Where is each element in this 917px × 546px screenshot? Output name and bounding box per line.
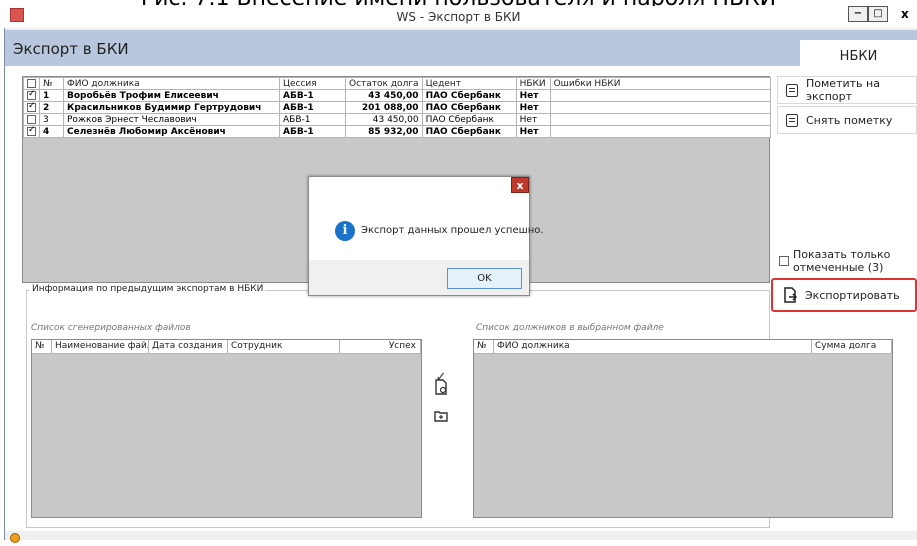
window-title: WS - Экспорт в БКИ <box>396 10 521 24</box>
export-history-title: Информация по предыдущим экспортам в НБК… <box>30 284 266 294</box>
table-cell <box>549 113 772 126</box>
table-cell: 3 <box>39 113 64 126</box>
table-cell <box>549 101 772 114</box>
status-icon <box>10 533 20 543</box>
table-row[interactable]: 3 Рожков Эрнест Чеславович АБВ-1 43 450,00 П… <box>23 113 772 126</box>
export-file-icon <box>784 287 797 303</box>
unmark-button[interactable]: Снять пометку <box>777 106 917 134</box>
table-header-row: № ФИО должника Цессия Остаток долга Цеде… <box>23 77 772 90</box>
row-checkbox[interactable] <box>27 114 36 124</box>
maximize-button[interactable]: □ <box>868 6 888 22</box>
dialog-message: Экспорт данных прошел успешно. <box>361 225 544 236</box>
table-cell: 1 <box>39 89 64 102</box>
mark-for-export-button[interactable]: Пометить на экспорт <box>777 76 917 104</box>
open-folder-icon[interactable] <box>434 409 448 423</box>
col-header[interactable]: ФИО должника <box>63 77 280 90</box>
show-marked-only-checkbox[interactable]: Показать только отмеченные (3) <box>779 248 914 274</box>
table-cell: 4 <box>39 125 64 138</box>
table-cell: 85 932,00 <box>345 125 423 138</box>
table-row[interactable]: 2Красильников Будимир ГертрудовичАБВ-120… <box>23 101 772 114</box>
table-cell: 43 450,00 <box>345 113 423 126</box>
col-header[interactable]: Цедент <box>421 77 517 90</box>
col-header[interactable]: № <box>32 340 52 354</box>
show-marked-label: Показать только отмеченные (3) <box>793 248 891 274</box>
table-cell: ПАО Сбербанк <box>421 101 517 114</box>
table-cell: Нет <box>515 113 551 126</box>
col-header[interactable]: № <box>39 77 64 90</box>
page-title: Экспорт в БКИ <box>13 40 129 58</box>
table-row[interactable]: 4Селезнёв Любомир АксёновичАБВ-185 932,0… <box>23 125 772 138</box>
row-select-cell <box>23 125 40 138</box>
files-grid[interactable]: № Наименование файла Дата создания Сотру… <box>31 339 422 518</box>
dialog-close-button[interactable]: x <box>511 177 529 193</box>
ok-button[interactable]: OK <box>447 268 522 289</box>
minimize-button[interactable]: − <box>848 6 868 22</box>
table-cell: 201 088,00 <box>345 101 423 114</box>
table-cell: 2 <box>39 101 64 114</box>
table-cell: АБВ-1 <box>279 125 346 138</box>
unmark-list-icon <box>786 113 798 127</box>
select-all-header[interactable] <box>23 77 40 90</box>
debtors-table: № ФИО должника Цессия Остаток долга Цеде… <box>23 77 772 138</box>
table-cell: АБВ-1 <box>279 101 346 114</box>
mark-for-export-label: Пометить на экспорт <box>806 77 880 103</box>
row-select-cell <box>23 89 40 102</box>
tab-nbki[interactable]: НБКИ <box>800 40 917 70</box>
table-cell: АБВ-1 <box>279 113 346 126</box>
col-header[interactable]: ФИО должника <box>494 340 812 354</box>
unmark-label: Снять пометку <box>806 113 893 127</box>
info-icon: i <box>335 221 355 241</box>
col-header[interactable]: Цессия <box>279 77 346 90</box>
window-close-button[interactable]: x <box>901 7 909 21</box>
col-header[interactable]: Дата создания <box>149 340 228 354</box>
col-header[interactable]: № <box>474 340 494 354</box>
table-row[interactable]: 1Воробьёв Трофим ЕлисеевичАБВ-143 450,00… <box>23 89 772 102</box>
file-debtors-caption: Список должников в выбранном файле <box>476 323 664 333</box>
mark-list-icon <box>786 83 798 97</box>
table-cell: Нет <box>515 89 551 102</box>
col-header[interactable]: Сотрудник <box>228 340 340 354</box>
table-cell: Рожков Эрнест Чеславович <box>63 113 280 126</box>
table-cell: ПАО Сбербанк <box>421 125 517 138</box>
files-list-caption: Список сгенерированных файлов <box>31 323 191 333</box>
col-header[interactable]: Успех <box>340 340 421 354</box>
col-header[interactable]: Сумма долга <box>812 340 892 354</box>
row-checkbox[interactable] <box>27 102 36 112</box>
table-cell: Красильников Будимир Гертрудович <box>63 101 280 114</box>
table-cell: АБВ-1 <box>279 89 346 102</box>
window-controls: − □ <box>848 6 888 22</box>
table-cell: Нет <box>515 125 551 138</box>
table-cell: Нет <box>515 101 551 114</box>
row-checkbox[interactable] <box>27 126 36 136</box>
table-cell: ПАО Сбербанк <box>421 89 517 102</box>
col-header[interactable]: Остаток долга <box>345 77 423 90</box>
select-all-checkbox[interactable] <box>27 78 36 88</box>
checkbox-box[interactable] <box>779 256 789 266</box>
table-cell: ПАО Сбербанк <box>421 113 517 126</box>
table-cell <box>549 89 772 102</box>
row-select-cell <box>23 113 40 126</box>
row-checkbox[interactable] <box>27 90 36 100</box>
col-header[interactable]: НБКИ <box>515 77 551 90</box>
file-debtors-grid[interactable]: № ФИО должника Сумма долга <box>473 339 893 518</box>
export-label: Экспортировать <box>805 288 900 302</box>
export-button[interactable]: Экспортировать <box>771 278 917 312</box>
table-cell: Селезнёв Любомир Аксёнович <box>63 125 280 138</box>
table-cell <box>549 125 772 138</box>
table-cell: 43 450,00 <box>345 89 423 102</box>
refresh-file-icon[interactable] <box>434 379 448 395</box>
header-band <box>5 30 917 66</box>
table-cell: Воробьёв Трофим Елисеевич <box>63 89 280 102</box>
row-select-cell <box>23 101 40 114</box>
col-header[interactable]: Наименование файла <box>52 340 149 354</box>
col-header[interactable]: Ошибки НБКИ <box>549 77 772 90</box>
